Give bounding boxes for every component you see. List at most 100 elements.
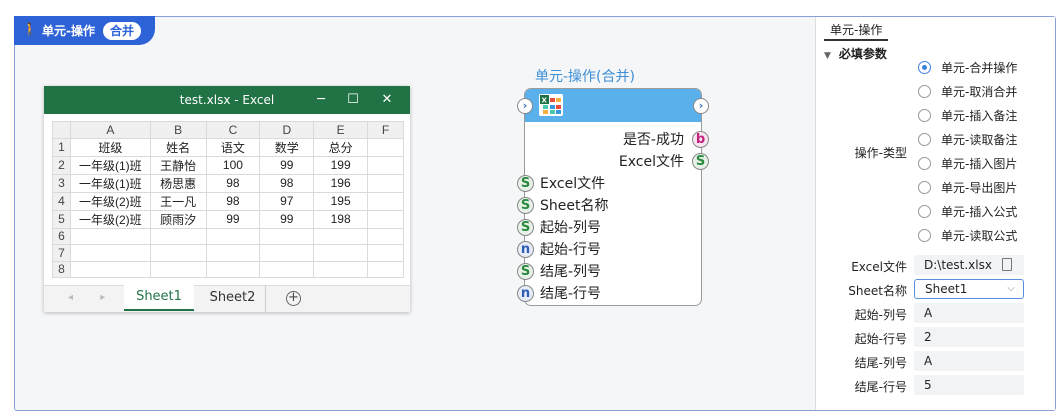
maximize-icon: ☐	[347, 92, 359, 107]
cell	[313, 227, 369, 245]
cell	[367, 173, 404, 193]
section-required[interactable]: ▼ 必填参数	[824, 45, 887, 62]
property-panel: 单元-操作 ▼ 必填参数 操作-类型 单元-合并操作 单元-取消合并 单元-插入备…	[815, 17, 1055, 410]
sheet-name-select[interactable]: Sheet1 ⌵	[914, 279, 1024, 299]
string-port-icon[interactable]: S	[692, 152, 709, 170]
radio-icon[interactable]	[918, 84, 931, 98]
string-port-icon[interactable]: S	[517, 262, 534, 280]
flow-in-port-icon[interactable]: ›	[517, 98, 533, 114]
cell: 97	[259, 191, 315, 211]
row-header: 6	[52, 227, 71, 245]
node-tag[interactable]: 🚶 单元-操作 合并	[14, 16, 155, 45]
cell	[149, 227, 207, 245]
radio-icon[interactable]	[918, 228, 931, 242]
cell	[69, 227, 151, 245]
cell: 王一凡	[149, 191, 207, 211]
cell	[69, 244, 151, 262]
radio-option[interactable]: 单元-插入公式	[918, 202, 1017, 220]
radio-option[interactable]: 单元-导出图片	[918, 178, 1017, 196]
radio-option[interactable]: 单元-合并操作	[918, 58, 1017, 76]
op-type-label: 操作-类型	[854, 146, 907, 160]
string-port-icon[interactable]: S	[517, 218, 534, 236]
cell	[313, 260, 369, 278]
input-row-end-col: S 结尾-列号	[517, 260, 601, 282]
string-port-icon[interactable]: S	[517, 196, 534, 214]
cell	[367, 244, 404, 262]
node-header[interactable]: X	[525, 89, 701, 122]
excel-title: test.xlsx - Excel	[179, 93, 275, 107]
col-header: E	[313, 121, 369, 139]
end-row-label: 结尾-行号	[854, 380, 907, 394]
string-port-icon[interactable]: S	[517, 174, 534, 192]
section-title: 必填参数	[838, 47, 887, 61]
radio-option[interactable]: 单元-取消合并	[918, 82, 1017, 100]
row-header: 2	[52, 155, 71, 175]
radio-icon[interactable]	[918, 108, 931, 122]
cell: 数学	[259, 137, 315, 157]
cell: 语文	[205, 137, 261, 157]
cell: 199	[313, 155, 369, 175]
output-row-excel: Excel文件 S	[619, 150, 709, 172]
collapse-triangle-icon[interactable]: ▼	[824, 51, 831, 61]
table-row: 4 一年级(2)班 王一凡 98 97 195	[52, 191, 404, 211]
row-header: 7	[52, 244, 71, 262]
col-header: C	[205, 121, 261, 139]
radio-icon[interactable]	[918, 204, 931, 218]
radio-checked-icon[interactable]	[918, 60, 931, 74]
radio-label: 单元-插入公式	[941, 204, 1018, 219]
number-port-icon[interactable]: n	[517, 284, 534, 302]
radio-option[interactable]: 单元-读取公式	[918, 226, 1017, 244]
cell: 98	[205, 173, 261, 193]
cell	[367, 155, 404, 175]
radio-option[interactable]: 单元-读取备注	[918, 130, 1017, 148]
corner-cell	[52, 121, 71, 139]
row-header: 5	[52, 209, 71, 229]
radio-label: 单元-读取公式	[941, 228, 1018, 243]
chevron-down-icon: ⌵	[1007, 283, 1015, 294]
cell: 99	[205, 209, 261, 229]
start-row-field[interactable]: 2	[914, 327, 1024, 347]
radio-label: 单元-取消合并	[941, 84, 1018, 99]
end-col-field[interactable]: A	[914, 351, 1024, 371]
table-row: 2 一年级(1)班 王静怡 100 99 199	[52, 155, 404, 175]
radio-icon[interactable]	[918, 180, 931, 194]
input-label: Excel文件	[540, 176, 606, 192]
excel-grid: A B C D E F 1 班级 姓名 语文 数学 总分 2 一年级(1)班 王…	[52, 121, 404, 278]
cell: 顾雨汐	[149, 209, 207, 229]
cell: 99	[259, 155, 315, 175]
svg-text:X: X	[542, 97, 548, 105]
tab-unit-operation[interactable]: 单元-操作	[824, 19, 889, 41]
end-row-field[interactable]: 5	[914, 375, 1024, 395]
excel-file-field[interactable]: D:\test.xlsx	[914, 255, 1024, 275]
col-header: D	[259, 121, 315, 139]
file-icon[interactable]	[1002, 258, 1012, 271]
bool-port-icon[interactable]: b	[692, 130, 709, 148]
excel-file-value: D:\test.xlsx	[924, 258, 992, 272]
table-row: 8	[52, 260, 404, 278]
cell: 一年级(2)班	[69, 209, 151, 229]
row-header: 3	[52, 173, 71, 193]
number-port-icon[interactable]: n	[517, 240, 534, 258]
cell: 王静怡	[149, 155, 207, 175]
cell: 杨思惠	[149, 173, 207, 193]
input-label: 起始-列号	[540, 220, 602, 236]
cell: 98	[259, 173, 315, 193]
cell: 195	[313, 191, 369, 211]
flow-out-port-icon[interactable]: ›	[693, 98, 709, 114]
start-col-label: 起始-列号	[854, 308, 907, 322]
radio-option[interactable]: 单元-插入备注	[918, 106, 1017, 124]
sheet-name-value: Sheet1	[925, 282, 968, 296]
output-label: 是否-成功	[622, 132, 684, 148]
cell	[205, 227, 261, 245]
flow-node[interactable]: X › › 是否-成功 b Excel文件 S S Excel文件 S Shee…	[517, 88, 709, 306]
start-col-field[interactable]: A	[914, 303, 1024, 323]
radio-icon[interactable]	[918, 132, 931, 146]
input-label: Sheet名称	[540, 198, 609, 214]
input-label: 起始-行号	[540, 242, 602, 258]
radio-icon[interactable]	[918, 156, 931, 170]
radio-label: 单元-插入备注	[941, 108, 1018, 123]
minimize-icon: ─	[317, 92, 325, 107]
cell: 100	[205, 155, 261, 175]
col-header: B	[149, 121, 207, 139]
radio-option[interactable]: 单元-插入图片	[918, 154, 1017, 172]
